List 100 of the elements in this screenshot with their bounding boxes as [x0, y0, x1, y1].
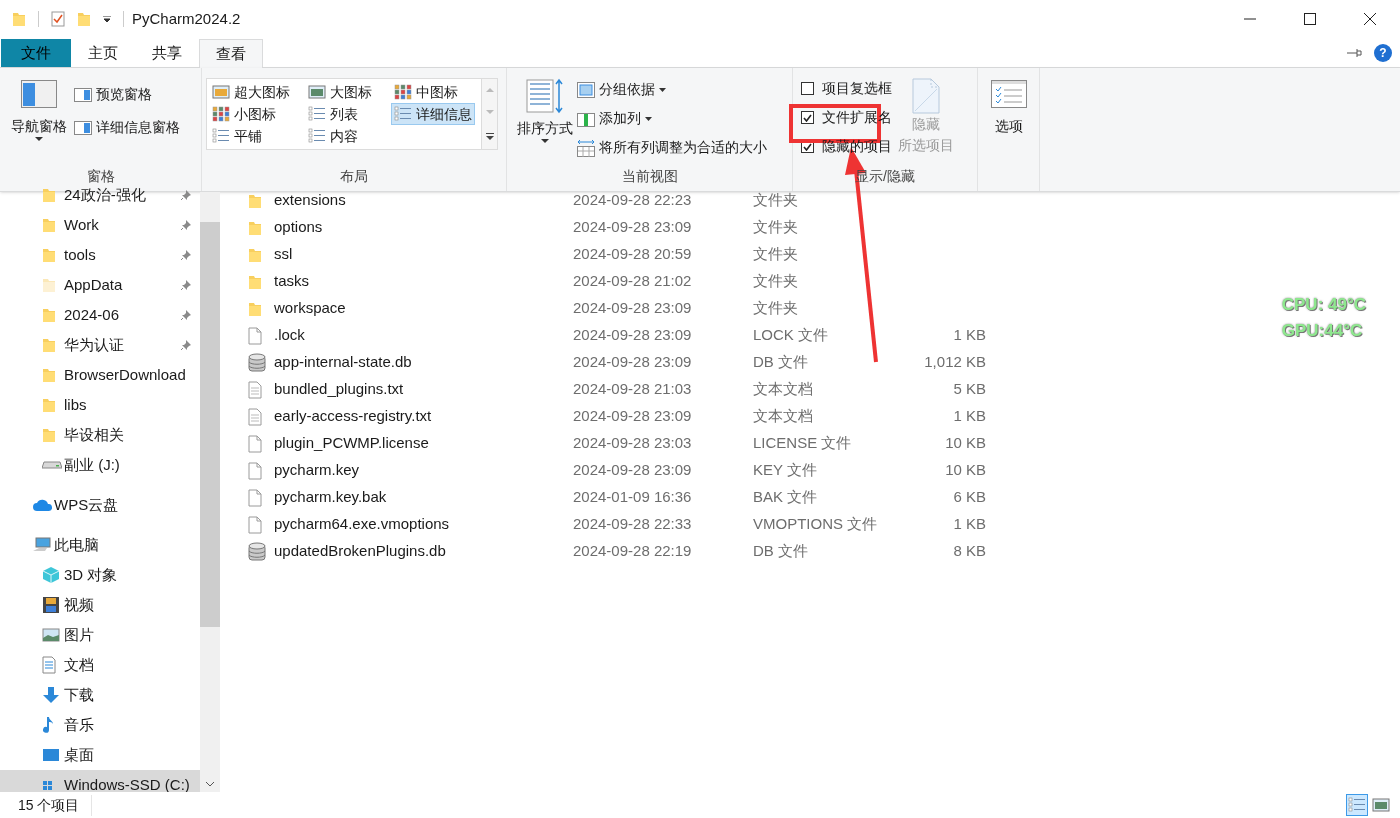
maximize-icon: [1304, 13, 1316, 25]
sidebar-item[interactable]: 副业 (J:): [0, 450, 200, 480]
sidebar-item[interactable]: WPS云盘: [0, 490, 200, 520]
layout-option[interactable]: 超大图标: [209, 81, 293, 103]
sidebar-item[interactable]: 下载: [0, 680, 200, 710]
file-date: 2024-09-28 20:59: [573, 244, 693, 265]
sidebar-item[interactable]: BrowserDownload: [0, 360, 200, 390]
folder-icon: [42, 397, 56, 413]
caret-icon[interactable]: [103, 16, 111, 22]
details-pane-button[interactable]: 详细信息窗格: [74, 117, 180, 138]
file-type: 文件夹: [753, 271, 799, 292]
sidebar-item[interactable]: 音乐: [0, 710, 200, 740]
pin-icon: [180, 249, 192, 261]
file-type: LICENSE 文件: [753, 433, 853, 454]
file-row[interactable]: pycharm.key 2024-09-28 23:09 KEY 文件 10 KB: [248, 457, 1012, 484]
scrollbar[interactable]: [200, 192, 220, 792]
sidebar-item[interactable]: 此电脑: [0, 530, 200, 560]
file-row[interactable]: app-internal-state.db 2024-09-28 23:09 DB 文件 1,012 KB: [248, 349, 1012, 376]
file-row[interactable]: options 2024-09-28 23:09 文件夹: [248, 214, 1012, 241]
text-file-icon: [248, 407, 262, 426]
file-date: 2024-09-28 23:09: [573, 325, 693, 346]
file-row[interactable]: pycharm.key.bak 2024-01-09 16:36 BAK 文件 6 KB: [248, 484, 1012, 511]
sidebar-item[interactable]: Work: [0, 210, 200, 240]
file-row[interactable]: bundled_plugins.txt 2024-09-28 21:03 文本文档 5 KB: [248, 376, 1012, 403]
layout-option[interactable]: 内容: [305, 125, 361, 147]
file-row[interactable]: extensions 2024-09-28 22:23 文件夹: [248, 187, 1012, 214]
file-name: updatedBrokenPlugins.db: [274, 541, 447, 562]
layout-icon: [212, 128, 230, 144]
layout-option[interactable]: 中图标: [391, 81, 461, 103]
pin-icon[interactable]: [1346, 46, 1362, 59]
layout-option[interactable]: 平铺: [209, 125, 265, 147]
sort-by-button[interactable]: 排序方式: [513, 78, 577, 166]
file-row[interactable]: ssl 2024-09-28 20:59 文件夹: [248, 241, 1012, 268]
sidebar-item[interactable]: libs: [0, 390, 200, 420]
folder-icon: [12, 11, 26, 27]
fit-columns-button[interactable]: 将所有列调整为合适的大小: [577, 137, 767, 158]
file-type: 文件夹: [753, 244, 799, 265]
preview-pane-button[interactable]: 预览窗格: [74, 84, 180, 105]
options-button[interactable]: 选项: [978, 68, 1039, 137]
file-row[interactable]: early-access-registry.txt 2024-09-28 23:09 文本文档 1 KB: [248, 403, 1012, 430]
file-row[interactable]: tasks 2024-09-28 21:02 文件夹: [248, 268, 1012, 295]
sidebar-item[interactable]: AppData: [0, 270, 200, 300]
sidebar-item[interactable]: 视频: [0, 590, 200, 620]
scroll-down-icon: [485, 110, 494, 115]
folder-icon: [42, 427, 56, 443]
file-row[interactable]: plugin_PCWMP.license 2024-09-28 23:03 LICENSE 文件 10 KB: [248, 430, 1012, 457]
file-date: 2024-09-28 23:09: [573, 406, 693, 427]
sidebar-item[interactable]: 文档: [0, 650, 200, 680]
cube-icon: [42, 566, 60, 584]
sidebar-item[interactable]: tools: [0, 240, 200, 270]
checkbox[interactable]: [801, 111, 814, 124]
check-icon: [803, 142, 812, 151]
sidebar-item[interactable]: 3D 对象: [0, 560, 200, 590]
checklist-icon[interactable]: [51, 11, 65, 27]
group-by-button[interactable]: 分组依据: [577, 79, 767, 100]
help-button[interactable]: ?: [1374, 43, 1392, 62]
layout-option[interactable]: 列表: [305, 103, 361, 125]
folder-icon: [248, 192, 262, 209]
file-row[interactable]: pycharm64.exe.vmoptions 2024-09-28 22:33 VMOPTIONS 文件 1 KB: [248, 511, 1012, 538]
file-type: BAK 文件: [753, 487, 819, 508]
temperature-reading: CPU: 49°C: [1281, 294, 1366, 316]
file-row[interactable]: .lock 2024-09-28 23:09 LOCK 文件 1 KB: [248, 322, 1012, 349]
file-size: 1 KB: [952, 514, 986, 535]
file-icon: [248, 461, 262, 480]
sidebar-item[interactable]: 华为认证: [0, 330, 200, 360]
add-columns-button[interactable]: 添加列: [577, 108, 767, 129]
sidebar-item[interactable]: Windows-SSD (C:): [0, 770, 200, 792]
file-row[interactable]: updatedBrokenPlugins.db 2024-09-28 22:19 DB 文件 8 KB: [248, 538, 1012, 565]
caret-icon: [35, 137, 43, 141]
layout-option[interactable]: 详细信息: [391, 103, 475, 125]
file-icon: [248, 434, 262, 453]
sidebar-item[interactable]: 毕设相关: [0, 420, 200, 450]
sidebar-item[interactable]: 桌面: [0, 740, 200, 770]
file-menu-tab[interactable]: 文件: [1, 39, 71, 67]
ribbon-tab[interactable]: 查看: [199, 39, 263, 68]
folder-icon: [42, 217, 56, 233]
check-icon: [803, 113, 812, 122]
document-icon: [42, 656, 56, 674]
file-size: 10 KB: [944, 433, 986, 454]
file-icon: [248, 326, 262, 345]
scroll-up-icon: [485, 88, 494, 93]
file-date: 2024-09-28 21:02: [573, 271, 693, 292]
ribbon-tab[interactable]: 共享: [135, 39, 199, 67]
file-row[interactable]: workspace 2024-09-28 23:09 文件夹: [248, 295, 1012, 322]
columns-icon: [577, 110, 595, 127]
drive-icon: [42, 460, 62, 470]
details-view-button[interactable]: [1346, 794, 1368, 816]
navigation-pane-button[interactable]: 导航窗格: [8, 80, 70, 166]
layout-icon: [394, 106, 412, 122]
file-size: 8 KB: [952, 541, 986, 562]
sidebar-item[interactable]: 2024-06: [0, 300, 200, 330]
fit-columns-icon: [577, 138, 595, 157]
checkbox[interactable]: [801, 82, 814, 95]
layout-option[interactable]: 大图标: [305, 81, 375, 103]
ribbon-tab[interactable]: 主页: [71, 39, 135, 67]
file-date: 2024-09-28 22:19: [573, 541, 693, 562]
layout-option[interactable]: 小图标: [209, 103, 279, 125]
sidebar-item[interactable]: 图片: [0, 620, 200, 650]
gallery-scroller[interactable]: [482, 78, 498, 150]
music-note-icon: [42, 716, 54, 734]
